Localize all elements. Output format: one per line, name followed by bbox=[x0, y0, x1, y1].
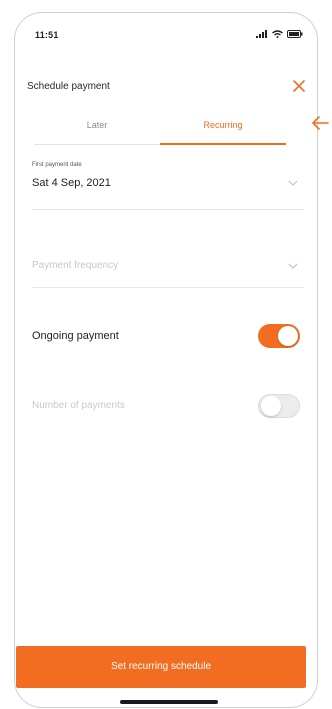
chevron-down-icon bbox=[288, 180, 298, 186]
header: Schedule payment bbox=[15, 71, 317, 101]
home-indicator bbox=[120, 700, 218, 704]
close-button[interactable] bbox=[287, 74, 311, 98]
payment-frequency-placeholder: Payment frequency bbox=[32, 260, 119, 271]
toggle-knob bbox=[261, 396, 281, 416]
status-bar: 11:51 bbox=[15, 13, 317, 53]
chevron-down-icon bbox=[288, 263, 298, 269]
toggle-knob bbox=[278, 326, 298, 346]
signal-icon bbox=[256, 30, 267, 38]
page-title: Schedule payment bbox=[27, 81, 110, 92]
ongoing-payment-toggle[interactable] bbox=[258, 324, 300, 348]
tab-recurring[interactable]: Recurring bbox=[160, 110, 286, 144]
set-recurring-schedule-button[interactable]: Set recurring schedule bbox=[16, 646, 306, 688]
ongoing-payment-label: Ongoing payment bbox=[32, 330, 119, 342]
close-icon bbox=[293, 80, 305, 92]
active-tab-indicator bbox=[160, 143, 286, 145]
tab-bar: Later Recurring bbox=[34, 110, 286, 145]
payment-frequency-select[interactable]: Payment frequency bbox=[32, 248, 304, 288]
page: 11:51 Schedule payment Later Recurring F… bbox=[0, 0, 332, 709]
number-of-payments-row: Number of payments bbox=[32, 388, 304, 428]
left-arrow-icon bbox=[312, 116, 329, 130]
number-of-payments-toggle[interactable] bbox=[258, 394, 300, 418]
number-of-payments-label: Number of payments bbox=[32, 400, 125, 411]
battery-icon bbox=[287, 30, 303, 38]
status-icons bbox=[256, 30, 303, 38]
first-payment-date-field[interactable]: First payment date Sat 4 Sep, 2021 bbox=[32, 158, 304, 210]
tab-later[interactable]: Later bbox=[34, 110, 160, 144]
wifi-icon bbox=[272, 30, 283, 38]
first-payment-date-value: Sat 4 Sep, 2021 bbox=[32, 177, 111, 189]
status-time: 11:51 bbox=[35, 30, 59, 40]
first-payment-date-label: First payment date bbox=[32, 162, 82, 168]
ongoing-payment-row: Ongoing payment bbox=[32, 318, 304, 358]
